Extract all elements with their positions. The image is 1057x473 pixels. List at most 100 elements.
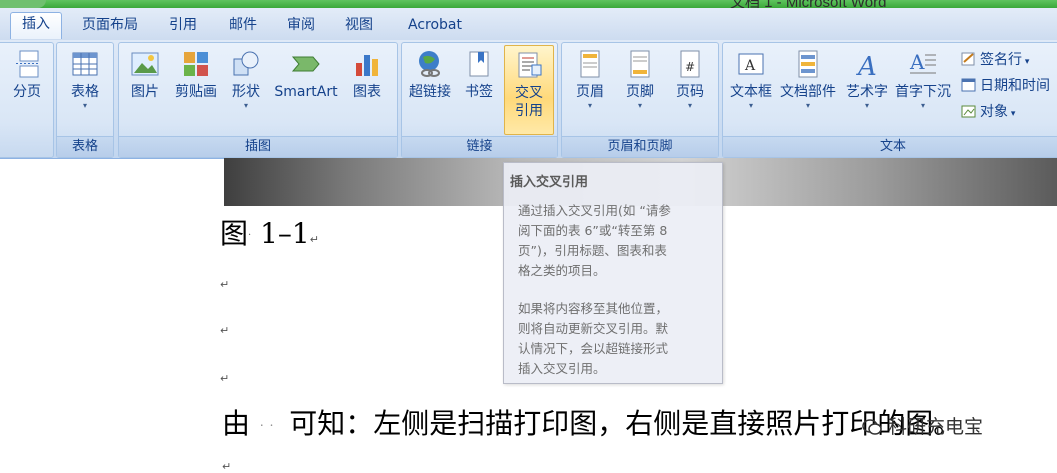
- tooltip-line: 通过插入交叉引用(如 “请参: [518, 203, 671, 218]
- chevron-down-icon: ▾: [864, 101, 869, 110]
- bookmark-icon: [469, 51, 489, 77]
- tooltip-line: 认情况下，会以超链接形式: [518, 341, 669, 356]
- textbox-button[interactable]: A 文本框 ▾: [727, 49, 775, 111]
- picture-icon: [131, 52, 159, 76]
- calendar-icon: [961, 78, 976, 92]
- clipart-label: 剪贴画: [175, 84, 217, 100]
- cross-reference-button[interactable]: 交叉 引用: [504, 45, 554, 135]
- bookmark-label: 书签: [465, 84, 493, 100]
- object-icon: [961, 105, 976, 118]
- tab-view[interactable]: 视图: [336, 14, 382, 38]
- paragraph-mark: ↵: [222, 460, 232, 473]
- group-label-tables: 表格: [57, 136, 113, 157]
- chevron-down-icon: ▾: [82, 101, 87, 110]
- group-pages: 分页: [0, 42, 54, 158]
- tab-review[interactable]: 审阅: [278, 14, 324, 38]
- bookmark-button[interactable]: 书签: [460, 49, 498, 101]
- textbox-icon: A: [738, 53, 764, 75]
- wechat-icon: [862, 419, 882, 435]
- chevron-down-icon: ▾: [748, 101, 753, 110]
- hyperlink-button[interactable]: 超链接: [404, 49, 456, 101]
- footer-button[interactable]: 页脚 ▾: [618, 49, 662, 111]
- shapes-icon: [233, 51, 259, 76]
- tooltip-line: 格之类的项目。: [518, 263, 606, 278]
- tab-acrobat[interactable]: Acrobat: [396, 14, 474, 38]
- page-break-icon: [16, 50, 40, 78]
- group-tables: 表格 ▾ 表格: [56, 42, 114, 158]
- tooltip-title: 插入交叉引用: [510, 175, 589, 190]
- title-bar: 文档 1 - Microsoft Word: [0, 0, 1057, 11]
- chart-button[interactable]: 图表: [347, 49, 387, 101]
- ribbon-tab-row: 插入 页面布局 引用 邮件 审阅 视图 Acrobat: [0, 8, 1057, 40]
- table-label: 表格: [71, 84, 99, 100]
- figure-caption-number: 1–1: [260, 217, 310, 250]
- tab-references[interactable]: 引用: [160, 14, 206, 38]
- drop-cap-label: 首字下沉: [895, 84, 951, 100]
- tooltip-line: 则将自动更新交叉引用。默: [518, 321, 669, 336]
- cross-reference-label-line1: 交叉: [515, 85, 543, 101]
- page-number-icon: #: [680, 50, 700, 78]
- textbox-label: 文本框: [730, 84, 772, 100]
- header-icon: [580, 50, 600, 78]
- footer-label: 页脚: [626, 84, 654, 100]
- smartart-button[interactable]: SmartArt: [271, 49, 341, 101]
- shapes-label: 形状: [232, 84, 260, 100]
- quick-parts-button[interactable]: 文档部件 ▾: [777, 49, 839, 111]
- clipart-button[interactable]: 剪贴画: [171, 49, 221, 101]
- picture-button[interactable]: 图片: [127, 49, 163, 101]
- chevron-down-icon: ▾: [243, 101, 248, 110]
- chevron-down-icon: ▾: [687, 101, 692, 110]
- paragraph-mark: ↵: [220, 372, 230, 385]
- group-text: A 文本框 ▾ 文档部件 ▾ A 艺术字 ▾ A 首字下沉 ▾ 签名行 ▾ 日期…: [722, 42, 1057, 158]
- chevron-down-icon: ▾: [587, 101, 592, 110]
- footer-icon: [630, 50, 650, 78]
- smartart-label: SmartArt: [274, 84, 338, 100]
- drop-cap-icon: A: [909, 50, 936, 74]
- cross-reference-tooltip: 插入交叉引用 通过插入交叉引用(如 “请参 阅下面的表 6”或“转至第 8 页”…: [503, 162, 723, 384]
- svg-text:A: A: [744, 58, 756, 74]
- page-number-button[interactable]: # 页码 ▾: [668, 49, 712, 111]
- wordart-icon: A: [856, 52, 877, 79]
- chevron-down-icon: ▾: [637, 101, 642, 110]
- header-label: 页眉: [576, 84, 604, 100]
- figure-caption-prefix: 图: [220, 217, 249, 250]
- paragraph-mark: ↵: [309, 233, 319, 246]
- tab-page-layout[interactable]: 页面布局: [72, 14, 148, 38]
- date-time-label: 日期和时间: [980, 78, 1050, 94]
- drop-cap-button[interactable]: A 首字下沉 ▾: [893, 49, 953, 111]
- shapes-button[interactable]: 形状 ▾: [227, 49, 265, 111]
- page-break-label: 分页: [13, 84, 41, 100]
- ribbon: 分页 表格 ▾ 表格 图片 剪贴画 形状 ▾ SmartArt 图表 插图 超链…: [0, 40, 1057, 159]
- page-break-button[interactable]: 分页: [3, 49, 51, 101]
- paragraph-mark: ↵: [220, 324, 230, 337]
- paragraph-mark: ↵: [220, 278, 230, 291]
- tooltip-line: 插入交叉引用。: [518, 361, 606, 376]
- tab-mailings[interactable]: 邮件: [220, 14, 266, 38]
- chart-label: 图表: [353, 84, 381, 100]
- chevron-down-icon: ▾: [805, 101, 810, 110]
- object-button[interactable]: 对象 ▾: [961, 101, 1015, 121]
- body-paragraph: 由 ·· 可知：左侧是扫描打印图，右侧是直接照片打印的图。: [222, 407, 962, 440]
- chart-icon: [356, 55, 378, 76]
- office-button[interactable]: [0, 0, 46, 8]
- date-time-button[interactable]: 日期和时间: [961, 75, 1050, 95]
- group-label-header-footer: 页眉和页脚: [562, 136, 718, 157]
- object-label: 对象: [980, 104, 1008, 120]
- svg-text:A: A: [909, 50, 925, 74]
- page-number-label: 页码: [676, 84, 704, 100]
- header-button[interactable]: 页眉 ▾: [568, 49, 612, 111]
- table-button[interactable]: 表格 ▾: [63, 49, 107, 111]
- group-illustrations: 图片 剪贴画 形状 ▾ SmartArt 图表 插图: [118, 42, 398, 158]
- clipart-icon: [184, 52, 208, 76]
- group-label-illustrations: 插图: [119, 136, 397, 157]
- group-header-footer: 页眉 ▾ 页脚 ▾ # 页码 ▾ 页眉和页脚: [561, 42, 719, 158]
- svg-text:A: A: [856, 52, 877, 79]
- signature-line-button[interactable]: 签名行 ▾: [961, 49, 1029, 69]
- watermark: 科研充电宝: [862, 412, 983, 439]
- smartart-icon: [291, 56, 320, 72]
- signature-icon: [961, 52, 975, 66]
- tooltip-paragraph-2: 如果将内容移至其他位置， 则将自动更新交叉引用。默 认情况下，会以超链接形式 插…: [518, 299, 714, 379]
- body-text-rest: 可知：左侧是扫描打印图，右侧是直接照片打印的图。: [289, 407, 962, 440]
- wordart-button[interactable]: A 艺术字 ▾: [843, 49, 891, 111]
- tab-insert[interactable]: 插入: [10, 12, 62, 39]
